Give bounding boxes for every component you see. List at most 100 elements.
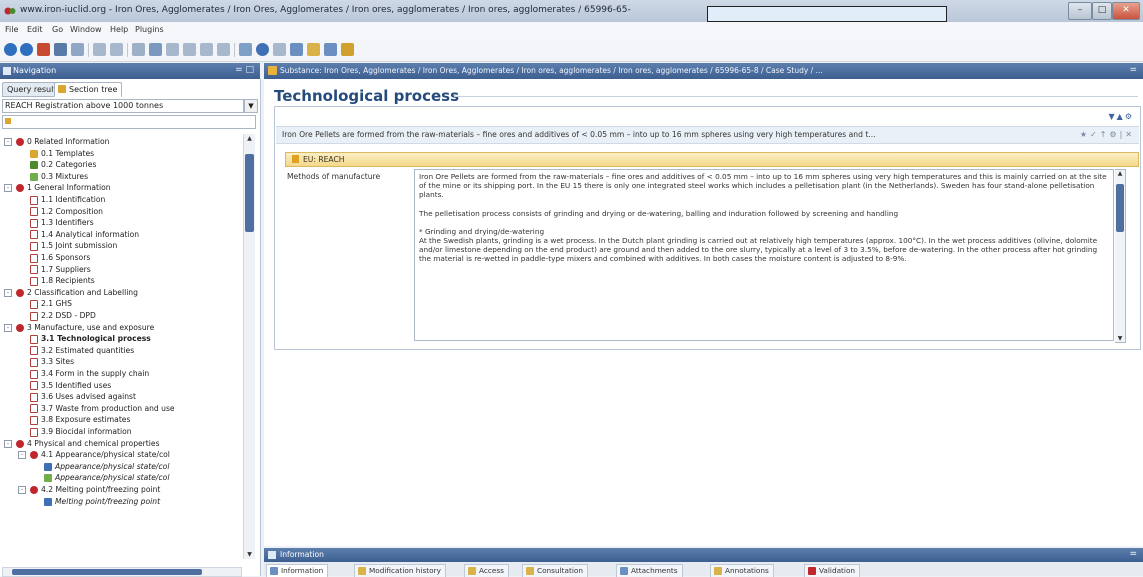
record-action-icons[interactable]: ★✓↑⚙|✕ — [1080, 130, 1135, 139]
minimize-view-icon[interactable]: = □ — [235, 65, 254, 75]
minimize-view-icon[interactable]: = — [1129, 65, 1137, 75]
tree-node[interactable]: 0 Related Information — [16, 136, 109, 147]
tree-node[interactable]: 3.2 Estimated quantities — [30, 345, 134, 356]
tree-expander-icon[interactable]: - — [4, 184, 12, 193]
tab-modification-history[interactable]: Modification history — [354, 564, 446, 577]
menu-help[interactable]: Help — [110, 25, 128, 34]
grid-icon[interactable] — [324, 43, 337, 56]
tree-node[interactable]: 1.4 Analytical information — [30, 229, 139, 240]
tree-expander-icon[interactable]: - — [4, 288, 12, 297]
scrollbar-thumb[interactable] — [1116, 184, 1124, 232]
scroll-down-icon[interactable]: ▼ — [244, 550, 255, 559]
minimize-view-icon[interactable]: = — [1129, 549, 1137, 559]
home-icon[interactable] — [37, 43, 50, 56]
edit-icon[interactable] — [93, 43, 106, 56]
tree-node[interactable]: 2.1 GHS — [30, 298, 72, 309]
textarea-scrollbar[interactable]: ▲ ▼ — [1115, 169, 1126, 343]
tree-node[interactable]: 3.3 Sites — [30, 356, 74, 367]
tab-access[interactable]: Access — [464, 564, 509, 577]
methods-of-manufacture-textarea[interactable]: Iron Ore Pellets are formed from the raw… — [414, 169, 1114, 341]
tree-node[interactable]: 2 Classification and Labelling — [16, 287, 138, 298]
tree-node[interactable]: 1.1 Identification — [30, 194, 105, 205]
layout-icon[interactable] — [183, 43, 196, 56]
forward-icon[interactable] — [20, 43, 33, 56]
tree-node[interactable]: 3.7 Waste from production and use — [30, 403, 175, 414]
tree-node[interactable]: Melting point/freezing point — [44, 496, 160, 507]
scroll-up-icon[interactable]: ▲ — [244, 134, 255, 143]
tree-node[interactable]: 3.1 Technological process — [30, 333, 151, 344]
scrollbar-thumb[interactable] — [12, 569, 202, 575]
tree-search-input[interactable] — [2, 115, 256, 129]
tree-node[interactable]: 3.4 Form in the supply chain — [30, 368, 149, 379]
tab-attachments[interactable]: Attachments — [616, 564, 683, 577]
tree-node[interactable]: 3.6 Uses advised against — [30, 391, 136, 402]
scroll-down-icon[interactable]: ▼ — [1115, 335, 1125, 342]
tree-vertical-scrollbar[interactable]: ▲ ▼ — [243, 134, 255, 559]
link-icon[interactable] — [273, 43, 286, 56]
menu-file[interactable]: File — [5, 25, 18, 34]
upload-icon[interactable] — [290, 43, 303, 56]
tree-node[interactable]: 1.5 Joint submission — [30, 240, 117, 251]
globe-icon[interactable] — [256, 43, 269, 56]
tree-expander-icon[interactable]: - — [18, 486, 26, 494]
tree-expander-icon[interactable]: - — [18, 451, 26, 460]
tree-node[interactable]: 4.1 Appearance/physical state/col — [30, 449, 170, 460]
tree-node[interactable]: 1 General Information — [16, 182, 111, 193]
tree-node[interactable]: 1.7 Suppliers — [30, 264, 91, 275]
tree-node[interactable]: 3.9 Biocidal information — [30, 426, 132, 437]
close-window-button[interactable]: ✕ — [1112, 2, 1140, 20]
filter-dropdown-icon[interactable]: ▼ — [244, 99, 258, 113]
tree-node[interactable]: 1.6 Sponsors — [30, 252, 90, 263]
document-icon[interactable] — [239, 43, 252, 56]
tab-annotations[interactable]: Annotations — [710, 564, 774, 577]
minimize-button[interactable]: – — [1068, 2, 1092, 20]
search-icon[interactable] — [307, 43, 320, 56]
regulation-label: EU: REACH — [303, 155, 345, 164]
tree-node[interactable]: 4.2 Melting point/freezing point — [30, 484, 160, 495]
tree-node[interactable]: 3 Manufacture, use and exposure — [16, 322, 154, 333]
tree-node[interactable]: 3.8 Exposure estimates — [30, 414, 130, 425]
menu-go[interactable]: Go — [52, 25, 63, 34]
menu-window[interactable]: Window — [70, 25, 102, 34]
record-summary-row[interactable]: Iron Ore Pellets are formed from the raw… — [276, 126, 1139, 144]
section-tree-icon — [58, 85, 66, 93]
folder-icon[interactable] — [341, 43, 354, 56]
tree-node[interactable]: 4 Physical and chemical properties — [16, 438, 160, 449]
menu-bar: File Edit Go Window Help Plugins — [0, 22, 1143, 40]
tree-expander-icon[interactable]: - — [4, 138, 12, 146]
tree-node[interactable]: 2.2 DSD - DPD — [30, 310, 96, 321]
scroll-up-icon[interactable]: ▲ — [1115, 170, 1125, 177]
undo-icon[interactable] — [200, 43, 213, 56]
report-icon[interactable] — [166, 43, 179, 56]
menu-edit[interactable]: Edit — [27, 25, 43, 34]
tree-expander-icon[interactable]: - — [4, 323, 12, 332]
tree-node[interactable]: Appearance/physical state/col — [44, 461, 169, 472]
maximize-button[interactable]: □ — [1092, 2, 1112, 20]
expand-collapse-icons[interactable]: ▼▲⚙ — [1109, 112, 1134, 121]
scrollbar-thumb[interactable] — [245, 154, 254, 232]
print-icon[interactable] — [132, 43, 145, 56]
tree-node[interactable]: 0.2 Categories — [30, 159, 96, 170]
tree-expander-icon[interactable]: - — [4, 439, 12, 448]
tab-validation[interactable]: Validation — [804, 564, 861, 577]
tree-node[interactable]: Appearance/physical state/col — [44, 472, 169, 483]
copy-icon[interactable] — [110, 43, 123, 56]
tree-node[interactable]: 1.3 Identifiers — [30, 217, 94, 228]
tree-node[interactable]: 1.8 Recipients — [30, 275, 95, 286]
back-icon[interactable] — [4, 43, 17, 56]
tree-node[interactable]: 3.5 Identified uses — [30, 380, 111, 391]
menu-plugins[interactable]: Plugins — [135, 25, 164, 34]
template-filter-select[interactable]: REACH Registration above 1000 tonnes — [2, 99, 244, 113]
add-icon[interactable] — [149, 43, 162, 56]
tab-information[interactable]: Information — [266, 564, 329, 577]
tab-consultation[interactable]: Consultation — [522, 564, 588, 577]
save-all-icon[interactable] — [71, 43, 84, 56]
tree-node-label: 3.1 Technological process — [41, 334, 151, 344]
tree-node[interactable]: 0.3 Mixtures — [30, 171, 88, 182]
tree-node[interactable]: 0.1 Templates — [30, 148, 94, 159]
tree-node[interactable]: 1.2 Composition — [30, 206, 103, 217]
title-bar: www.iron-iuclid.org - Iron Ores, Agglome… — [0, 0, 1143, 23]
save-icon[interactable] — [54, 43, 67, 56]
redo-icon[interactable] — [217, 43, 230, 56]
tab-section-tree[interactable]: Section tree — [54, 82, 123, 97]
